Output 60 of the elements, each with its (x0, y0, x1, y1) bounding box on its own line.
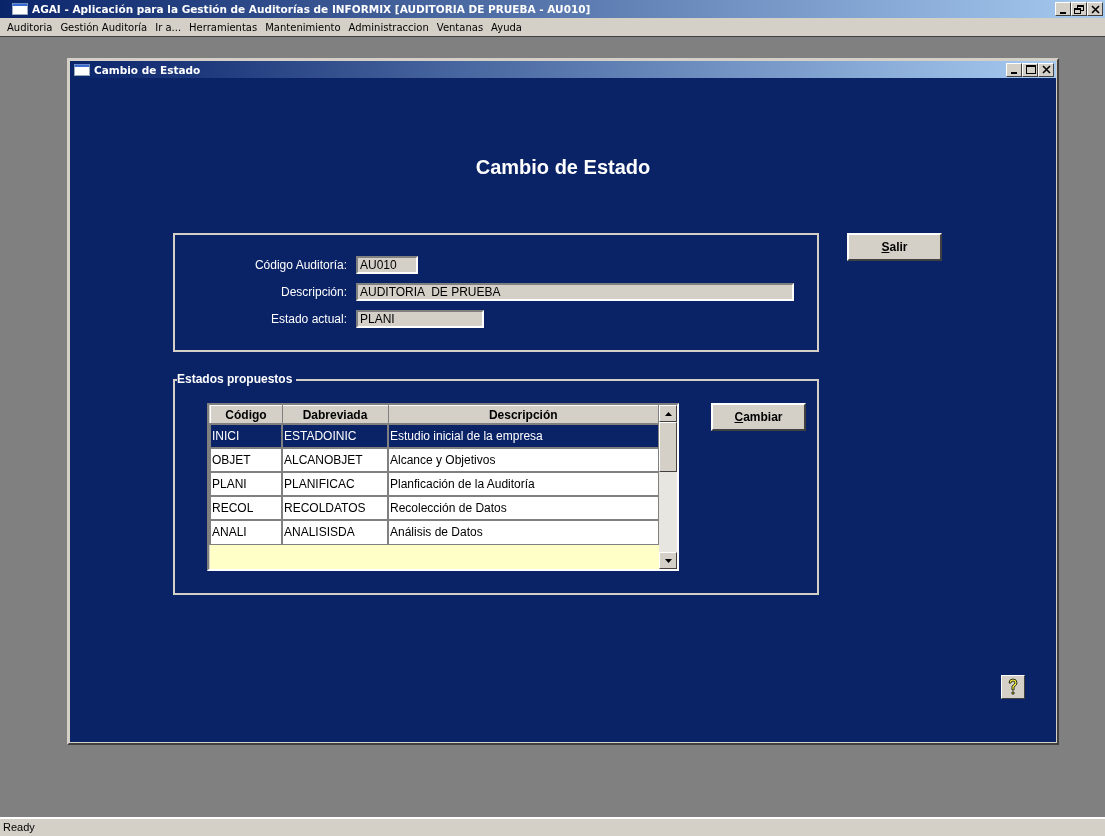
table-cell: RECOL (210, 496, 282, 520)
menu-item[interactable]: Ayuda (487, 21, 526, 33)
group-title: Estados propuestos (177, 372, 297, 386)
window-icon (74, 63, 90, 76)
minimize-button[interactable] (1006, 62, 1022, 77)
table-cell: Análisis de Datos (388, 520, 659, 544)
table-cell: OBJET (210, 448, 282, 472)
table-cell: ESTADOINIC (282, 424, 388, 448)
table-cell: ANALI (210, 520, 282, 544)
change-button[interactable]: Cambiar (711, 403, 806, 431)
input-field[interactable]: AUDITORIA DE PRUEBA (356, 283, 794, 301)
window-icon (12, 3, 28, 15)
table-row[interactable]: ANALI ANALISISDA Análisis de Datos (210, 520, 659, 544)
form-heading: Cambio de Estado (475, 156, 651, 179)
table-cell: Alcance y Objetivos (388, 448, 659, 472)
close-button[interactable] (1087, 2, 1103, 16)
restore-button[interactable] (1071, 2, 1087, 16)
table-cell: PLANIFICAC (282, 472, 388, 496)
table-cell: Estudio inicial de la empresa (388, 424, 659, 448)
menu-item[interactable]: Ventanas (432, 21, 488, 33)
window-title: AGAI - Aplicación para la Gestión de Auditorías de INFORMIX [AUDITORIA DE PRUEBA - AU010] (32, 3, 592, 15)
table-cell: ANALISISDA (282, 520, 388, 544)
table-cell: Planficación de la Auditoría (388, 472, 659, 496)
child-window-title: Cambio de Estado (94, 63, 202, 76)
field-label: Descripción: (279, 285, 347, 299)
maximize-icon (1024, 65, 1036, 74)
table-cell: INICI (210, 424, 282, 448)
menu-item[interactable]: Herramientas (185, 21, 262, 33)
menu-item[interactable]: Gestión Auditoría (56, 21, 152, 33)
scroll-down-button[interactable] (659, 552, 677, 569)
menu-item[interactable]: Ir a... (151, 21, 186, 33)
restore-icon (1073, 4, 1085, 14)
menu-item[interactable]: Auditoria (3, 21, 57, 33)
status-bar: Ready (0, 817, 1105, 836)
menu-item[interactable]: Mantenimiento (261, 21, 345, 33)
close-icon (1089, 4, 1101, 14)
input-field[interactable]: AU010 (356, 256, 418, 274)
close-icon (1040, 65, 1052, 74)
minimize-button[interactable] (1055, 2, 1071, 16)
minimize-icon (1060, 11, 1066, 14)
maximize-button[interactable] (1022, 62, 1038, 77)
scroll-thumb[interactable] (659, 422, 677, 472)
input-field[interactable]: PLANI (356, 310, 484, 328)
minimize-icon (1011, 72, 1017, 74)
close-button[interactable] (1038, 62, 1054, 77)
table-cell: PLANI (210, 472, 282, 496)
help-button[interactable] (1001, 675, 1025, 699)
menu-item[interactable]: Administraccion (344, 21, 433, 33)
field-label: Estado actual: (269, 312, 347, 326)
down-arrow-icon (664, 558, 672, 563)
table-cell: Recolección de Datos (388, 496, 659, 520)
up-arrow-icon (664, 411, 672, 416)
table-cell: RECOLDATOS (282, 496, 388, 520)
question-mark-icon (1007, 678, 1019, 696)
table-cell: ALCANOBJET (282, 448, 388, 472)
exit-button[interactable]: Salir (847, 233, 942, 261)
field-label: Código Auditoría: (253, 258, 347, 272)
scroll-up-button[interactable] (659, 405, 677, 422)
scrollbar[interactable] (659, 405, 677, 569)
table-row[interactable]: OBJET ALCANOBJET Alcance y Objetivos (210, 448, 659, 472)
